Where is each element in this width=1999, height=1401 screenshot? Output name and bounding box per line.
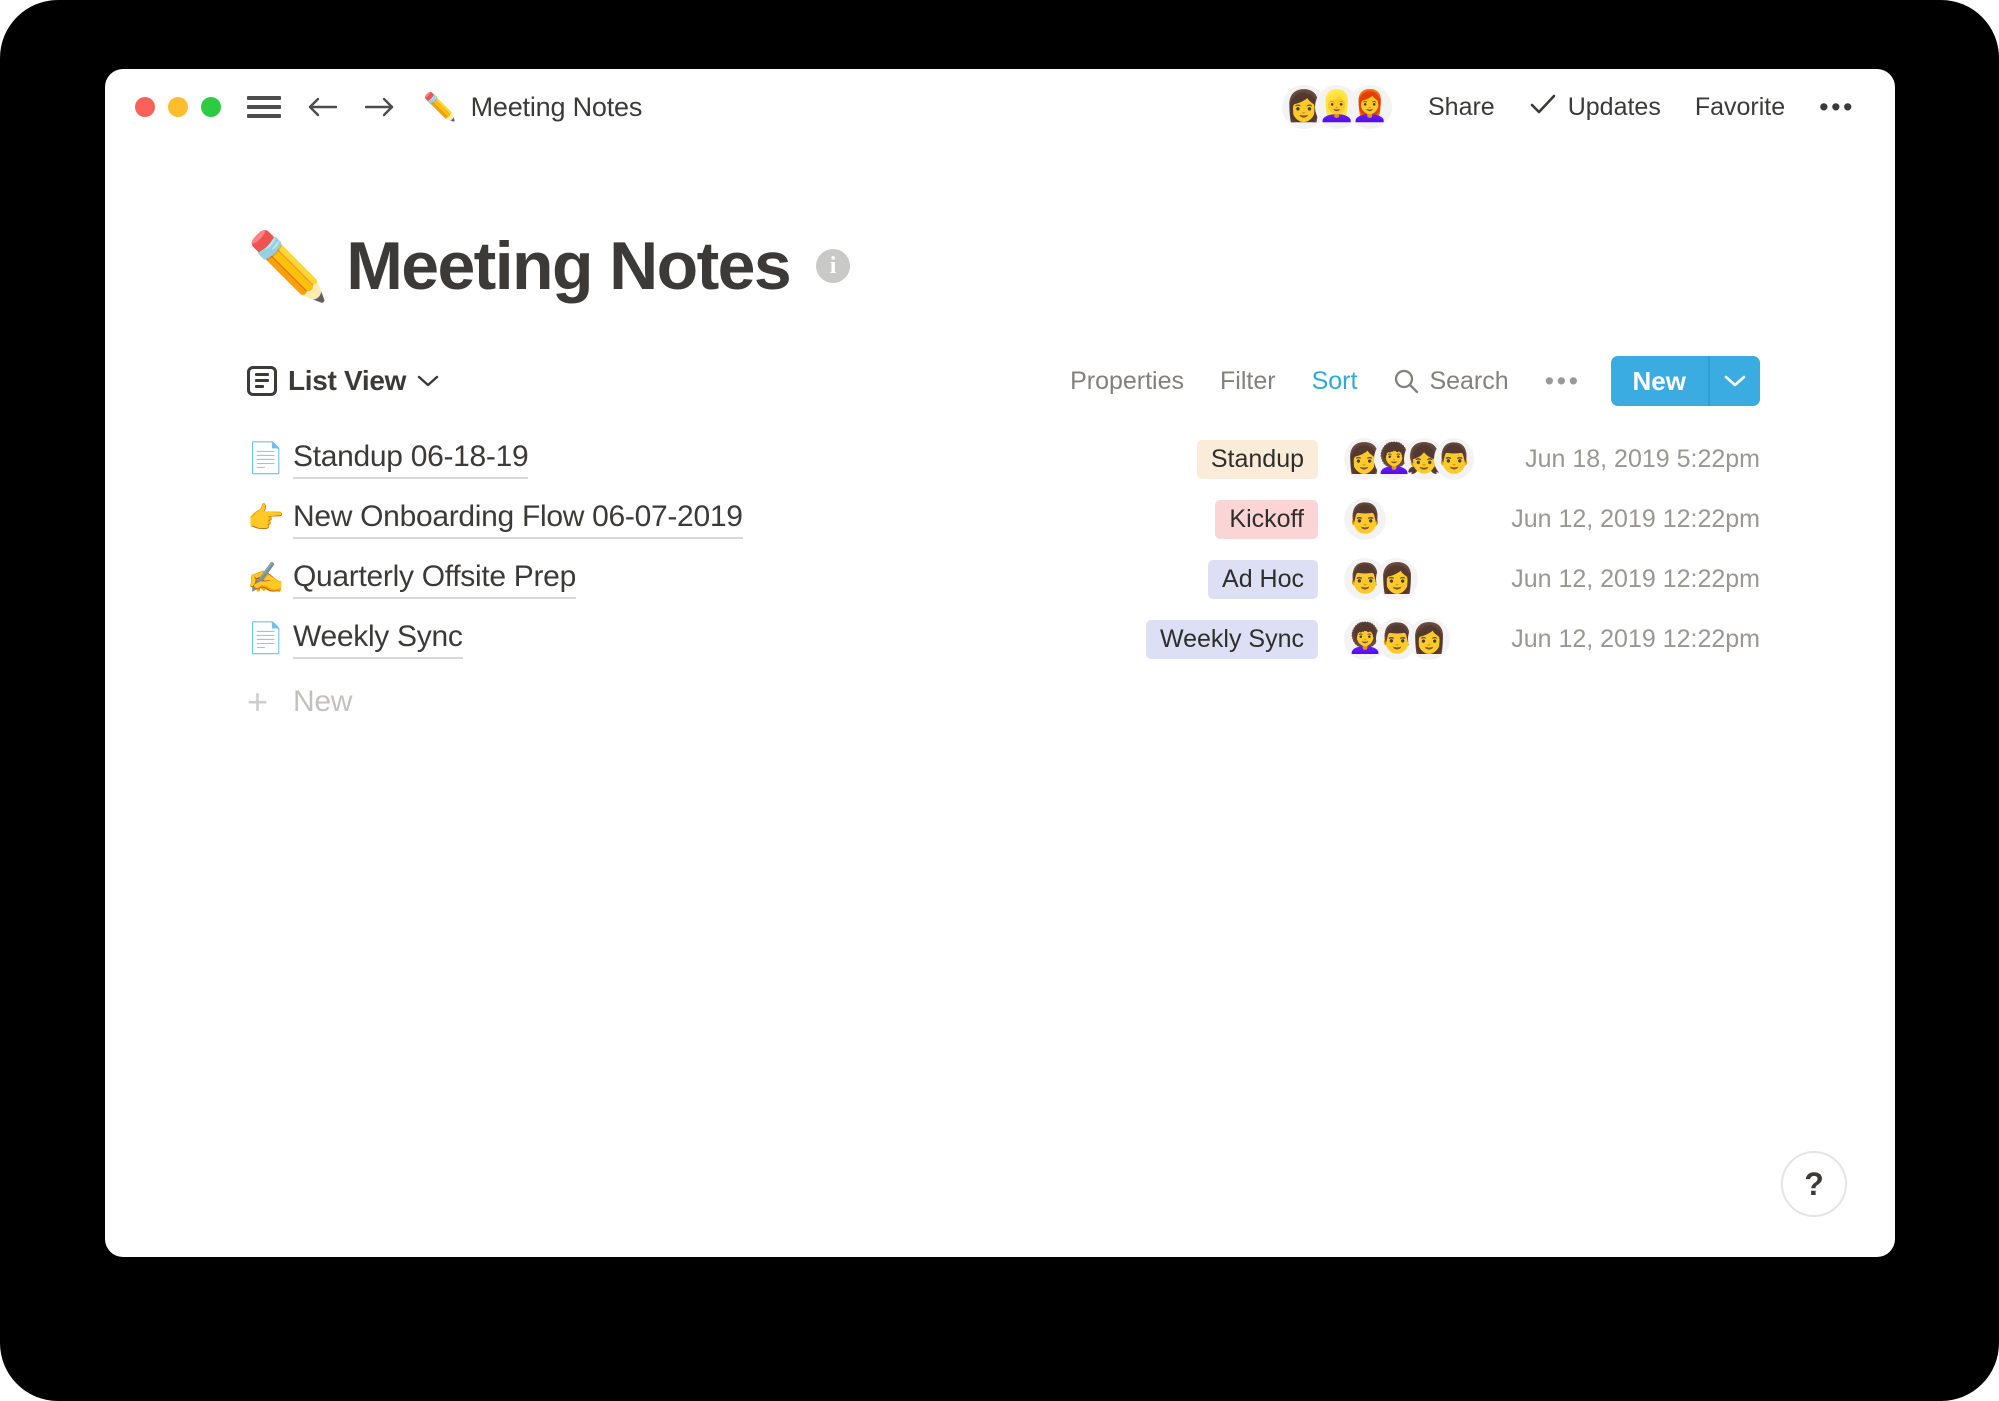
minimize-window-button[interactable]	[168, 97, 188, 117]
chevron-down-icon[interactable]	[1708, 356, 1760, 406]
search-icon	[1393, 368, 1419, 394]
view-toolbar: List View Properties Filter	[247, 357, 1760, 405]
new-button-label: New	[1611, 356, 1708, 406]
status-badge[interactable]: Standup	[1197, 440, 1318, 479]
check-icon	[1529, 93, 1557, 122]
info-icon[interactable]: i	[816, 249, 850, 283]
avatar: 👨	[1344, 498, 1386, 540]
view-more-icon[interactable]: •••	[1545, 366, 1581, 397]
view-selector[interactable]: List View	[247, 365, 439, 397]
note-title[interactable]: New Onboarding Flow 06-07-2019	[293, 500, 743, 539]
row-avatars[interactable]: 👨	[1344, 498, 1474, 540]
app-window: ✏️ Meeting Notes 👩 👱‍♀️ 👩‍🦰 Share Update…	[105, 69, 1895, 1257]
document-icon: 📄	[247, 444, 287, 474]
table-row[interactable]: ✍️ Quarterly Offsite Prep Ad Hoc 👨 👩 Jun…	[247, 549, 1760, 609]
table-row[interactable]: 👉 New Onboarding Flow 06-07-2019 Kickoff…	[247, 489, 1760, 549]
row-main: 📄 Weekly Sync	[247, 620, 463, 659]
avatar: 👩	[1376, 558, 1418, 600]
status-badge[interactable]: Weekly Sync	[1146, 620, 1318, 659]
row-main: 👉 New Onboarding Flow 06-07-2019	[247, 500, 743, 539]
note-date: Jun 12, 2019 12:22pm	[1490, 505, 1760, 534]
status-badge[interactable]: Kickoff	[1215, 500, 1318, 539]
pointing-hand-icon: 👉	[247, 504, 287, 534]
row-meta: Weekly Sync 👩‍🦱 👨 👩 Jun 12, 2019 12:22pm	[1146, 618, 1760, 660]
row-avatars[interactable]: 👩‍🦱 👨 👩	[1344, 618, 1474, 660]
note-date: Jun 12, 2019 12:22pm	[1490, 625, 1760, 654]
document-icon: 📄	[247, 624, 287, 654]
page-title-row: ✏️ Meeting Notes i	[247, 145, 1760, 305]
updates-label: Updates	[1568, 93, 1661, 122]
chevron-down-icon	[417, 374, 439, 388]
window-titlebar: ✏️ Meeting Notes 👩 👱‍♀️ 👩‍🦰 Share Update…	[105, 69, 1895, 145]
close-window-button[interactable]	[135, 97, 155, 117]
row-meta: Ad Hoc 👨 👩 Jun 12, 2019 12:22pm	[1208, 558, 1760, 600]
pencil-icon: ✏️	[423, 94, 457, 121]
updates-button[interactable]: Updates	[1529, 93, 1661, 122]
view-actions: Properties Filter Sort	[1070, 356, 1760, 406]
search-label: Search	[1429, 367, 1508, 396]
note-title[interactable]: Standup 06-18-19	[293, 440, 528, 479]
sort-button[interactable]: Sort	[1312, 367, 1358, 396]
note-date: Jun 18, 2019 5:22pm	[1490, 445, 1760, 474]
help-button[interactable]: ?	[1781, 1151, 1847, 1217]
avatar: 👨	[1434, 438, 1474, 480]
table-row[interactable]: 📄 Standup 06-18-19 Standup 👩 👩‍🦱 👧 👨 Jun…	[247, 429, 1760, 489]
note-date: Jun 12, 2019 12:22pm	[1490, 565, 1760, 594]
share-label: Share	[1428, 93, 1495, 122]
add-new-row-button[interactable]: + New	[247, 673, 1760, 731]
page-body: ✏️ Meeting Notes i List View	[105, 145, 1895, 1257]
filter-button[interactable]: Filter	[1220, 367, 1276, 396]
more-options-icon[interactable]: •••	[1819, 92, 1855, 123]
properties-button[interactable]: Properties	[1070, 367, 1184, 396]
status-badge[interactable]: Ad Hoc	[1208, 560, 1318, 599]
row-avatars[interactable]: 👨 👩	[1344, 558, 1474, 600]
forward-arrow-icon[interactable]	[363, 90, 397, 124]
maximize-window-button[interactable]	[201, 97, 221, 117]
plus-icon: +	[247, 684, 287, 720]
back-arrow-icon[interactable]	[305, 90, 339, 124]
share-button[interactable]: Share	[1428, 93, 1495, 122]
row-main: 📄 Standup 06-18-19	[247, 440, 528, 479]
row-main: ✍️ Quarterly Offsite Prep	[247, 560, 576, 599]
row-meta: Kickoff 👨 Jun 12, 2019 12:22pm	[1215, 498, 1760, 540]
favorite-label: Favorite	[1695, 93, 1785, 122]
page-content: ✏️ Meeting Notes i List View	[105, 145, 1895, 731]
collaborator-avatars[interactable]: 👩 👱‍♀️ 👩‍🦰	[1282, 85, 1392, 129]
pencil-icon: ✏️	[247, 233, 329, 299]
writing-hand-icon: ✍️	[247, 564, 287, 594]
favorite-button[interactable]: Favorite	[1695, 93, 1785, 122]
sidebar-toggle-icon[interactable]	[247, 94, 281, 120]
note-title[interactable]: Quarterly Offsite Prep	[293, 560, 576, 599]
properties-label: Properties	[1070, 367, 1184, 396]
row-meta: Standup 👩 👩‍🦱 👧 👨 Jun 18, 2019 5:22pm	[1197, 438, 1760, 480]
notes-list: 📄 Standup 06-18-19 Standup 👩 👩‍🦱 👧 👨 Jun…	[247, 429, 1760, 731]
avatar: 👩	[1408, 618, 1450, 660]
search-button[interactable]: Search	[1393, 367, 1508, 396]
sort-label: Sort	[1312, 367, 1358, 396]
traffic-lights	[135, 97, 221, 117]
avatar: 👩‍🦰	[1348, 85, 1392, 129]
table-row[interactable]: 📄 Weekly Sync Weekly Sync 👩‍🦱 👨 👩 Jun 12…	[247, 609, 1760, 669]
new-button[interactable]: New	[1611, 356, 1760, 406]
filter-label: Filter	[1220, 367, 1276, 396]
note-title[interactable]: Weekly Sync	[293, 620, 463, 659]
view-name-label: List View	[288, 365, 406, 397]
add-new-row-label: New	[293, 685, 352, 719]
titlebar-actions: 👩 👱‍♀️ 👩‍🦰 Share Updates Favorite •••	[1282, 85, 1855, 129]
window-title: Meeting Notes	[471, 92, 643, 123]
list-view-icon	[247, 366, 277, 396]
row-avatars[interactable]: 👩 👩‍🦱 👧 👨	[1344, 438, 1474, 480]
page-title[interactable]: Meeting Notes	[346, 227, 790, 305]
